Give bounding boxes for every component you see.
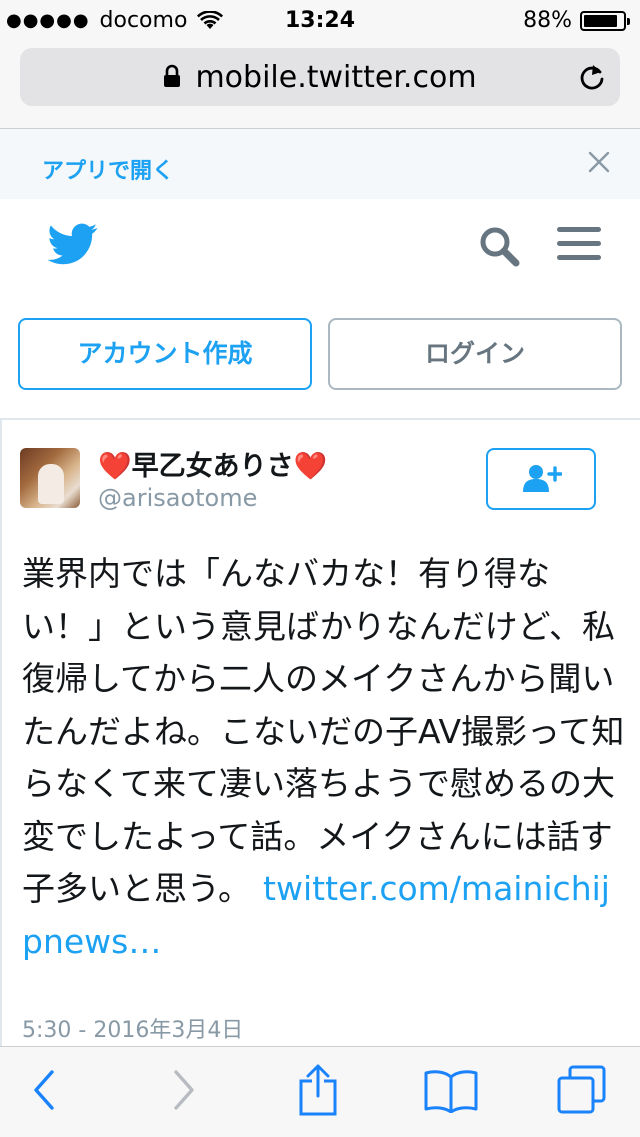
lock-icon <box>164 64 181 87</box>
open-in-app-link[interactable]: アプリで開く <box>42 153 174 185</box>
menu-icon[interactable] <box>556 225 602 263</box>
close-icon[interactable] <box>588 151 610 173</box>
tweet-card: ❤️早乙女ありさ❤️ @arisaotome 業界内では「んなバカな！有り得ない… <box>0 420 640 1046</box>
login-button[interactable]: ログイン <box>328 318 622 390</box>
twitter-bird-icon[interactable] <box>48 223 98 265</box>
browser-toolbar <box>0 1046 640 1137</box>
battery-tip <box>627 17 630 25</box>
open-in-app-banner: アプリで開く <box>0 129 640 199</box>
reload-icon[interactable] <box>578 62 606 92</box>
user-handle[interactable]: @arisaotome <box>98 484 257 512</box>
tweet-body: 業界内では「んなバカな！有り得ない！」という意見ばかりなんだけど、私復帰してから… <box>22 554 625 908</box>
status-bar: ●●●●● docomo 13:24 88% <box>0 0 640 40</box>
forward-icon[interactable] <box>172 1069 196 1111</box>
signup-button[interactable]: アカウント作成 <box>18 318 312 390</box>
address-bar-content: mobile.twitter.com <box>20 60 620 95</box>
share-icon[interactable] <box>298 1063 338 1117</box>
battery-fill <box>584 14 618 27</box>
twitter-header <box>0 199 640 299</box>
display-name[interactable]: ❤️早乙女ありさ❤️ <box>98 444 327 483</box>
search-icon[interactable] <box>478 225 522 269</box>
follow-button[interactable] <box>486 448 596 510</box>
heart-emoji-icon: ❤️ <box>98 451 132 482</box>
tweet-text: 業界内では「んなバカな！有り得ない！」という意見ばかりなんだけど、私復帰してから… <box>22 548 626 968</box>
address-bar[interactable]: mobile.twitter.com <box>20 48 620 106</box>
avatar[interactable] <box>20 448 80 508</box>
tweet-timestamp[interactable]: 5:30 - 2016年3月4日 <box>22 1012 243 1044</box>
url-text: mobile.twitter.com <box>195 60 477 95</box>
status-right: 88% <box>523 8 630 33</box>
battery-percent: 88% <box>523 8 572 33</box>
battery-icon <box>580 10 630 31</box>
browser-url-area: mobile.twitter.com <box>0 40 640 129</box>
follow-user-icon <box>523 465 562 492</box>
bookmarks-icon[interactable] <box>424 1069 478 1113</box>
tabs-icon[interactable] <box>556 1065 608 1115</box>
back-icon[interactable] <box>32 1069 56 1111</box>
avatar-figure <box>38 464 64 504</box>
heart-emoji-icon: ❤️ <box>293 451 328 482</box>
display-name-text: 早乙女ありさ <box>131 451 294 482</box>
